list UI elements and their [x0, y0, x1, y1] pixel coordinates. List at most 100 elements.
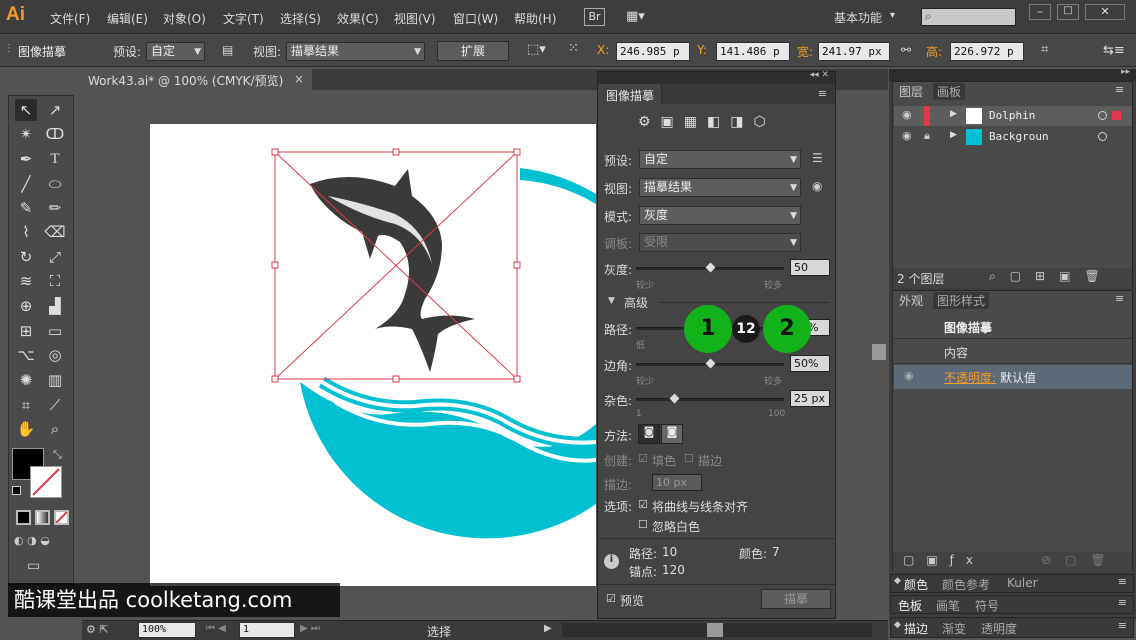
- corners-slider-knob[interactable]: [705, 358, 716, 369]
- trace-view-dropdown[interactable]: 描摹结果: [639, 178, 801, 197]
- collapse-icon[interactable]: ◆: [894, 576, 901, 586]
- type-tool-icon[interactable]: T: [44, 148, 66, 170]
- menu-effect[interactable]: 效果(C): [337, 10, 379, 27]
- selection-tool-icon[interactable]: ↖: [15, 99, 37, 121]
- visibility-eye-icon[interactable]: ◉: [904, 369, 914, 382]
- none-mode-icon[interactable]: [54, 510, 69, 525]
- layer-row-background[interactable]: ◉ 🔒︎ ▶ Backgroun: [894, 127, 1132, 147]
- screen-mode-icon[interactable]: ▭: [27, 558, 40, 574]
- stroke-checkbox[interactable]: ☐: [684, 452, 694, 465]
- blend-tool-icon[interactable]: ◎: [44, 344, 66, 366]
- scale-tool-icon[interactable]: ⤢: [44, 246, 66, 268]
- perspective-grid-tool-icon[interactable]: ▟: [44, 295, 66, 317]
- reference-point-icon[interactable]: ⁙: [568, 41, 579, 56]
- layers-tab[interactable]: 图层: [895, 83, 928, 100]
- stroke-swatch[interactable]: [30, 466, 62, 498]
- handle-top-right[interactable]: [513, 148, 521, 156]
- close-tab-icon[interactable]: ×: [294, 72, 304, 86]
- tab-stroke[interactable]: 描边: [904, 620, 928, 637]
- trace-preset-dropdown[interactable]: 自定: [639, 150, 801, 169]
- noise-slider[interactable]: [636, 398, 784, 401]
- tab-symbols[interactable]: 符号: [975, 597, 999, 614]
- advanced-toggle-icon[interactable]: ▼: [608, 296, 615, 306]
- artboard-number-field[interactable]: 1: [239, 622, 295, 638]
- zoom-tool-icon[interactable]: ⌕: [44, 418, 66, 440]
- expand-button[interactable]: 扩展: [437, 41, 509, 61]
- visibility-eye-icon[interactable]: ◉: [902, 129, 912, 142]
- rotate-tool-icon[interactable]: ↻: [15, 246, 37, 268]
- preset-icons-row[interactable]: ⚙▣▦◧◨⬡: [638, 114, 798, 134]
- method-abutting-icon[interactable]: ◙: [638, 424, 660, 444]
- drawing-modes-icon[interactable]: ◐ ◑ ◒: [14, 534, 70, 552]
- status-icons[interactable]: ⚙ ⇱: [86, 623, 109, 636]
- artboards-tab[interactable]: 画板: [933, 83, 966, 100]
- eraser-tool-icon[interactable]: ⌫: [44, 221, 66, 243]
- handle-top-left[interactable]: [271, 148, 279, 156]
- group-menu-icon[interactable]: ≡: [1118, 575, 1127, 588]
- maximize-button[interactable]: □: [1057, 4, 1079, 20]
- hand-tool-icon[interactable]: ✋: [15, 418, 37, 440]
- x-field[interactable]: 246.985 p: [616, 42, 690, 61]
- target-icon[interactable]: [1098, 111, 1107, 120]
- height-field[interactable]: 226.972 p: [950, 42, 1024, 61]
- handle-bottom-left[interactable]: [271, 375, 279, 383]
- next-artboard-icon[interactable]: ▶ ⏭: [300, 623, 320, 634]
- pen-tool-icon[interactable]: ✒: [15, 148, 37, 170]
- tab-color-guide[interactable]: 颜色参考: [942, 576, 990, 593]
- panel-titlebar[interactable]: ◂◂ ✕: [598, 70, 835, 84]
- opacity-link[interactable]: 不透明度:: [944, 369, 996, 386]
- symbol-sprayer-tool-icon[interactable]: ✺: [15, 369, 37, 391]
- pencil-tool-icon[interactable]: ✏: [44, 197, 66, 219]
- fill-checkbox[interactable]: ☑: [638, 452, 648, 465]
- artboard[interactable]: [150, 124, 597, 586]
- layer-name[interactable]: Backgroun: [989, 130, 1049, 143]
- appearance-contents-row[interactable]: 内容: [894, 340, 1132, 364]
- control-menu-icon[interactable]: ⇆≡: [1103, 43, 1125, 58]
- advanced-label[interactable]: 高级: [624, 294, 648, 311]
- visibility-eye-icon[interactable]: ◉: [902, 108, 912, 121]
- artboard-tool-icon[interactable]: ⌗: [15, 394, 37, 416]
- appearance-tab[interactable]: 外观: [895, 292, 928, 309]
- y-field[interactable]: 141.486 p: [716, 42, 790, 61]
- handle-middle-left[interactable]: [271, 261, 279, 269]
- menu-help[interactable]: 帮助(H): [514, 10, 556, 27]
- eyedropper-tool-icon[interactable]: ⌥: [15, 344, 37, 366]
- workspace-switcher[interactable]: 基本功能: [834, 9, 882, 26]
- noise-slider-knob[interactable]: [669, 393, 680, 404]
- dock-collapse-icon[interactable]: ▸▸: [1121, 67, 1130, 77]
- layer-row-dolphin[interactable]: ◉ ▶ Dolphin: [894, 106, 1132, 126]
- slice-tool-icon[interactable]: ⟋: [44, 394, 66, 416]
- magic-wand-tool-icon[interactable]: ✴: [15, 123, 37, 145]
- status-arrow-icon[interactable]: ▶: [544, 623, 552, 634]
- appearance-opacity-row[interactable]: ◉ 不透明度: 默认值: [894, 365, 1132, 389]
- swap-colors-icon[interactable]: ⤡: [53, 448, 62, 462]
- preview-checkbox[interactable]: ☑: [606, 592, 616, 605]
- right-dock-titlebar[interactable]: ▸▸: [889, 67, 1136, 81]
- search-input[interactable]: ⌕: [921, 8, 1016, 26]
- collapse-icon[interactable]: ◆: [894, 620, 901, 630]
- minimize-button[interactable]: –: [1029, 4, 1051, 20]
- menu-type[interactable]: 文字(T): [223, 10, 264, 27]
- default-colors-icon[interactable]: [12, 486, 21, 495]
- paintbrush-tool-icon[interactable]: ✎: [15, 197, 37, 219]
- lock-icon[interactable]: 🔒︎: [924, 129, 930, 143]
- snap-checkbox[interactable]: ☑: [638, 498, 648, 511]
- trace-palette-dropdown[interactable]: 受限: [639, 233, 801, 252]
- trace-mode-dropdown[interactable]: 灰度: [639, 206, 801, 225]
- preset-list-icon[interactable]: ☰: [812, 151, 823, 165]
- column-graph-tool-icon[interactable]: ▥: [44, 369, 66, 391]
- menu-object[interactable]: 对象(O): [163, 10, 206, 27]
- group-menu-icon[interactable]: ≡: [1118, 619, 1127, 632]
- noise-value-field[interactable]: 25 px: [790, 390, 830, 407]
- graphic-styles-tab[interactable]: 图形样式: [933, 292, 990, 309]
- align-icon[interactable]: ⬚▾: [527, 42, 546, 57]
- handle-middle-right[interactable]: [513, 261, 521, 269]
- arrange-documents-icon[interactable]: ▦▾: [626, 9, 652, 25]
- panel-collapse-icon[interactable]: ◂◂ ✕: [810, 70, 829, 80]
- handle-bottom-right[interactable]: [513, 375, 521, 383]
- line-tool-icon[interactable]: ╱: [15, 173, 37, 195]
- group-menu-icon[interactable]: ≡: [1118, 596, 1127, 609]
- tab-color[interactable]: 颜色: [904, 576, 928, 593]
- panel-menu-icon[interactable]: ≡: [818, 87, 827, 100]
- tab-gradient[interactable]: 渐变: [942, 620, 966, 637]
